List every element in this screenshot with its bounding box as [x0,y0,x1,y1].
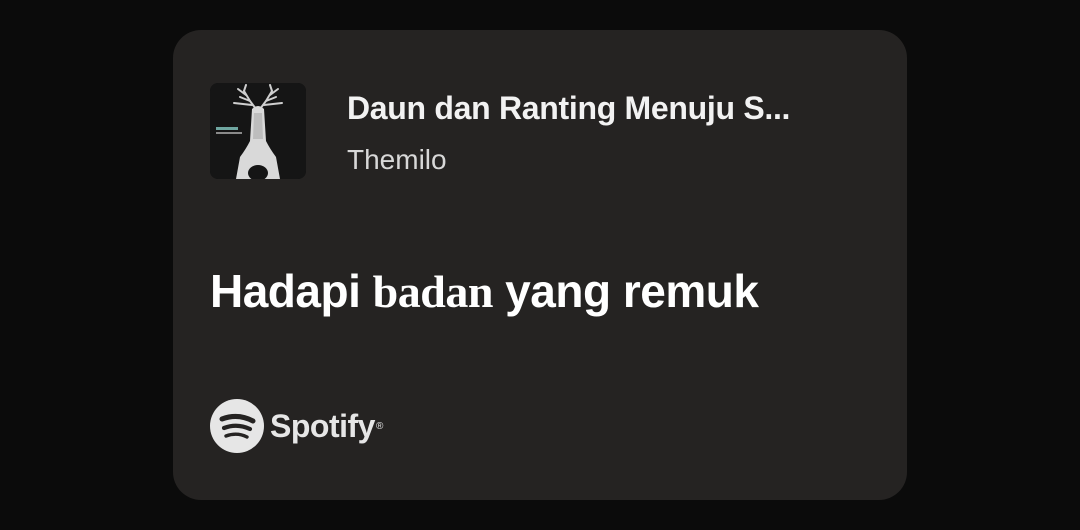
registered-mark: ® [375,420,384,432]
lyric-segment: Hadapi [210,265,373,317]
share-card: Daun dan Ranting Menuju S... Themilo Had… [173,30,907,500]
lyric-segment-serif: badan [372,266,494,317]
lyric-segment: yang remuk [492,265,759,317]
spotify-brand[interactable]: Spotify ® [209,398,383,454]
album-art[interactable] [210,83,306,179]
spotify-icon [210,399,264,453]
spotify-wordmark: Spotify [270,407,375,444]
album-cover-antler-figure-icon [210,83,306,179]
track-title[interactable]: Daun dan Ranting Menuju S... [347,88,877,128]
lyric-line: Hadapi badan yang remuk [210,263,890,320]
artist-name[interactable]: Themilo [347,143,447,177]
